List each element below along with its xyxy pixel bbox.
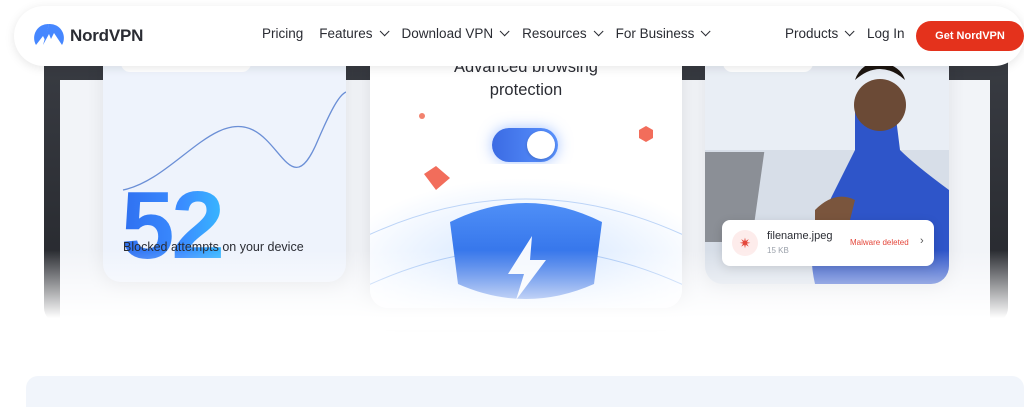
chevron-right-icon[interactable]: › [920, 235, 924, 247]
nav-products[interactable]: Products [785, 26, 855, 41]
protection-toggle[interactable] [492, 128, 558, 162]
site-header: NordVPN Pricing Features Download VPN Re… [14, 6, 1024, 66]
login-link[interactable]: Log In [867, 26, 905, 41]
file-name: filename.jpeg [767, 230, 833, 242]
nav-business-label: For Business [615, 26, 695, 41]
nav-pricing[interactable]: Pricing [262, 26, 303, 41]
main-nav: Pricing Features Download VPN Resources … [262, 26, 723, 41]
chevron-down-icon [593, 26, 604, 37]
get-nordvpn-button[interactable]: Get NordVPN [916, 21, 1024, 51]
logo-text: NordVPN [70, 26, 144, 45]
chevron-down-icon [379, 26, 390, 37]
toggle-knob [527, 131, 555, 159]
screen-fade [40, 250, 1024, 330]
nordvpn-mountain-icon [34, 23, 64, 45]
nav-features[interactable]: Features [319, 26, 390, 41]
nav-resources[interactable]: Resources [522, 26, 604, 41]
nav-products-label: Products [785, 26, 839, 41]
nav-download-vpn[interactable]: Download VPN [401, 26, 510, 41]
blocked-attempts-card: 52 Blocked attempts on your device [103, 40, 346, 282]
chevron-down-icon [499, 26, 510, 37]
malware-status: Malware deleted [850, 238, 909, 247]
next-section-panel [26, 376, 1024, 407]
nav-pricing-label: Pricing [262, 26, 304, 41]
chevron-down-icon [844, 26, 855, 37]
chevron-down-icon [701, 26, 711, 37]
page: 52 Blocked attempts on your device Advan… [0, 0, 1024, 407]
nav-for-business[interactable]: For Business [615, 26, 711, 41]
nav-download-label: Download VPN [401, 26, 494, 41]
malware-card: ✷ filename.jpeg 15 KB Malware deleted › [705, 40, 949, 284]
logo[interactable]: NordVPN [34, 23, 143, 49]
nav-features-label: Features [319, 26, 373, 41]
nav-resources-label: Resources [522, 26, 587, 41]
